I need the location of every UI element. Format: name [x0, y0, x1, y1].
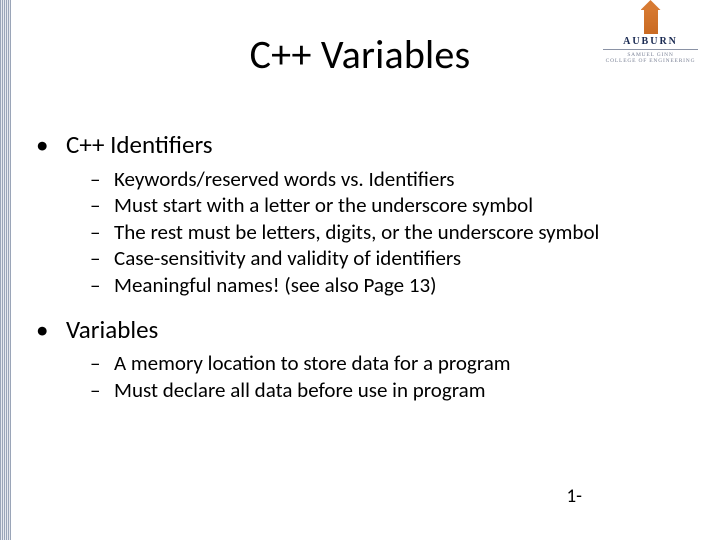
section-variables: • Variables –A memory location to store …: [32, 315, 692, 404]
list-item: –Must declare all data before use in pro…: [90, 378, 692, 404]
left-decoration-stripe: [0, 0, 11, 540]
list-item: –Case-sensitivity and validity of identi…: [90, 246, 692, 272]
bullet-dot: •: [32, 130, 66, 161]
list-item: –Must start with a letter or the undersc…: [90, 193, 692, 219]
item-text: A memory location to store data for a pr…: [114, 351, 511, 377]
list-item: –Meaningful names! (see also Page 13): [90, 273, 692, 299]
slide-body: • C++ Identifiers –Keywords/reserved wor…: [32, 130, 692, 419]
logo-word: AUBURN: [603, 36, 698, 47]
item-text: Keywords/reserved words vs. Identifiers: [114, 167, 455, 193]
item-text: Case-sensitivity and validity of identif…: [114, 246, 461, 272]
item-text: The rest must be letters, digits, or the…: [114, 220, 599, 246]
section-heading: C++ Identifiers: [66, 130, 213, 161]
bullet-dot: •: [32, 315, 66, 346]
section-identifiers: • C++ Identifiers –Keywords/reserved wor…: [32, 130, 692, 299]
item-text: Must start with a letter or the undersco…: [114, 193, 533, 219]
logo-subtitle-2: COLLEGE OF ENGINEERING: [603, 58, 698, 64]
slide: C++ Variables AUBURN SAMUEL GINN COLLEGE…: [0, 0, 720, 540]
page-number: 1-: [567, 485, 582, 508]
list-item: –A memory location to store data for a p…: [90, 351, 692, 377]
auburn-logo: AUBURN SAMUEL GINN COLLEGE OF ENGINEERIN…: [603, 8, 698, 65]
section-heading: Variables: [66, 315, 158, 346]
item-text: Meaningful names! (see also Page 13): [114, 273, 437, 299]
list-item: –The rest must be letters, digits, or th…: [90, 220, 692, 246]
list-item: –Keywords/reserved words vs. Identifiers: [90, 167, 692, 193]
tower-icon: [644, 8, 658, 34]
item-text: Must declare all data before use in prog…: [114, 378, 485, 404]
logo-rule: [603, 49, 698, 50]
